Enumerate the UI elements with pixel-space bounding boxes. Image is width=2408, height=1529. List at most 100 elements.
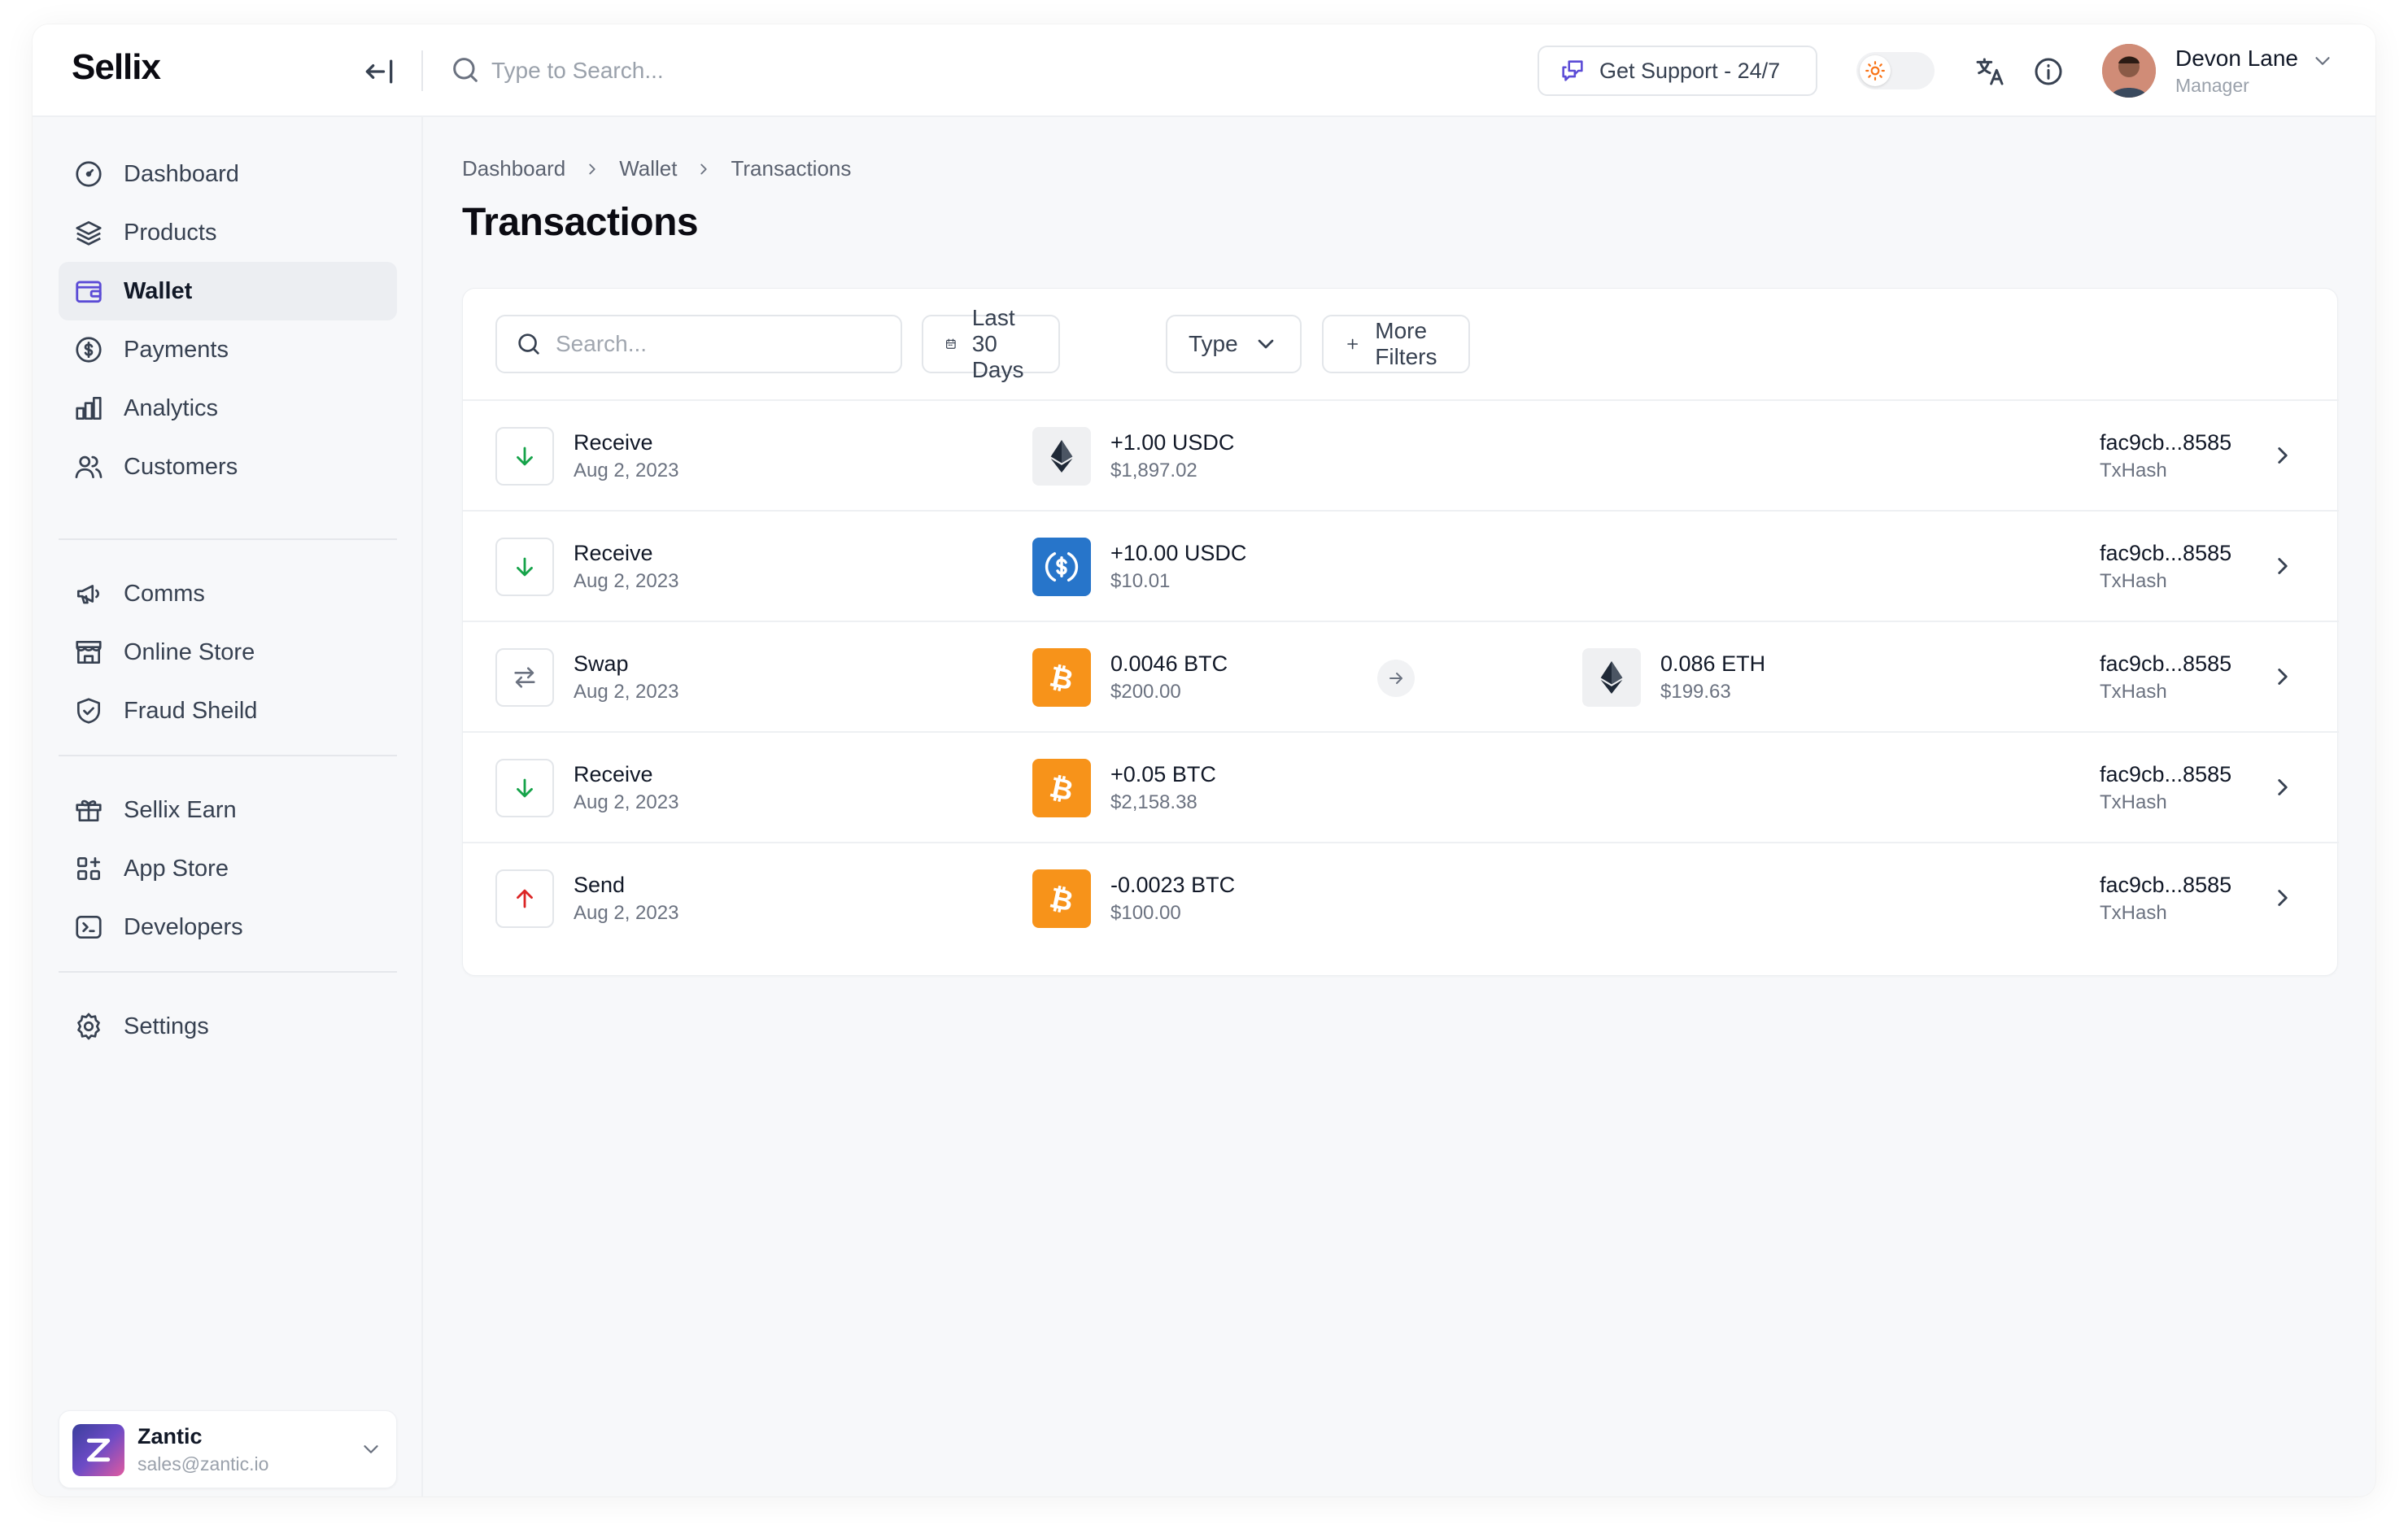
- transaction-date: Aug 2, 2023: [574, 902, 679, 924]
- tx-hash[interactable]: fac9cb...8585: [2100, 873, 2231, 898]
- plus-icon: [1347, 338, 1359, 350]
- chevron-right-icon[interactable]: [2269, 552, 2297, 580]
- transaction-row[interactable]: Receive Aug 2, 2023 ₿ +0.05 BTC $2,158.3…: [463, 733, 2339, 842]
- chevron-right-icon[interactable]: [2269, 442, 2297, 469]
- tx-hash-label: TxHash: [2100, 791, 2167, 813]
- org-email: sales@zantic.io: [137, 1453, 269, 1475]
- sidebar: Dashboard Products Wallet Payments Analy…: [33, 117, 423, 1496]
- sidebar-item-dashboard[interactable]: Dashboard: [59, 145, 397, 203]
- sidebar-item-analytics[interactable]: Analytics: [59, 379, 397, 438]
- sidebar-item-label: Comms: [124, 580, 205, 607]
- tx-hash[interactable]: fac9cb...8585: [2100, 762, 2231, 787]
- breadcrumb-dashboard[interactable]: Dashboard: [462, 156, 565, 181]
- transaction-date: Aug 2, 2023: [574, 570, 679, 592]
- svg-text:₿: ₿: [1047, 771, 1076, 806]
- info-icon[interactable]: [2032, 55, 2065, 88]
- gift-icon: [76, 799, 102, 822]
- zantic-logo-mark: [86, 1438, 111, 1462]
- transaction-date: Aug 2, 2023: [574, 460, 679, 481]
- chevron-right-icon: [700, 163, 708, 174]
- direction-badge: [495, 538, 554, 596]
- transaction-amount: +10.00 USDC: [1110, 541, 1247, 565]
- top-bar: Sellix Get Support - 24/7: [33, 24, 2375, 117]
- transaction-row[interactable]: Receive Aug 2, 2023 +10.00 USDC $10.01 f…: [463, 512, 2339, 621]
- transaction-amount: +1.00 USDC: [1110, 430, 1235, 455]
- breadcrumb-transactions: Transactions: [731, 156, 852, 181]
- chevron-down-icon[interactable]: [2310, 49, 2335, 73]
- tx-hash-label: TxHash: [2100, 460, 2167, 481]
- sidebar-item-fraud-shield[interactable]: Fraud Sheild: [59, 682, 397, 740]
- sidebar-item-app-store[interactable]: App Store: [59, 839, 397, 898]
- transaction-usd-value: $2,158.38: [1110, 791, 1197, 813]
- user-name[interactable]: Devon Lane: [2175, 46, 2298, 72]
- tx-hash[interactable]: fac9cb...8585: [2100, 541, 2231, 566]
- transaction-amount: -0.0023 BTC: [1110, 873, 1236, 897]
- transactions-card: Last 30 Days Type More Filters Receive: [462, 288, 2339, 976]
- type-filter-dropdown[interactable]: Type: [1166, 315, 1302, 373]
- sidebar-item-label: Customers: [124, 453, 238, 480]
- direction-badge: [495, 759, 554, 817]
- dashboard-icon: [76, 161, 102, 187]
- chevron-right-icon[interactable]: [2269, 773, 2297, 801]
- sidebar-item-label: App Store: [124, 855, 229, 882]
- transaction-row[interactable]: Receive Aug 2, 2023 +1.00 USDC $1,897.02…: [463, 401, 2339, 510]
- transaction-usd-value: $10.01: [1110, 570, 1171, 592]
- gear-icon: [77, 1013, 100, 1040]
- date-range-button[interactable]: Last 30 Days: [922, 305, 1060, 382]
- more-filters-label: More Filters: [1375, 318, 1437, 369]
- ethereum-logo: [1600, 661, 1623, 694]
- transaction-amount: 0.0046 BTC: [1110, 651, 1228, 676]
- layers-icon: [76, 220, 102, 246]
- chevron-right-icon[interactable]: [2269, 884, 2297, 912]
- sidebar-item-products[interactable]: Products: [59, 203, 397, 262]
- transaction-row[interactable]: Send Aug 2, 2023 ₿ -0.0023 BTC $100.00 f…: [463, 843, 2339, 952]
- bitcoin-logo: ₿: [1047, 882, 1076, 917]
- sidebar-item-customers[interactable]: Customers: [59, 438, 397, 496]
- chevron-down-icon: [364, 1445, 378, 1453]
- brand-logo[interactable]: Sellix: [72, 47, 161, 88]
- sidebar-item-wallet[interactable]: Wallet: [59, 262, 397, 320]
- sidebar-item-label: Products: [124, 219, 217, 246]
- get-support-button[interactable]: Get Support - 24/7: [1538, 46, 1817, 96]
- translate-icon[interactable]: [1974, 55, 2006, 88]
- chevron-right-icon[interactable]: [2269, 663, 2297, 690]
- transactions-search-input[interactable]: [556, 331, 881, 357]
- user-role: Manager: [2175, 75, 2249, 96]
- direction-badge: [495, 869, 554, 928]
- sidebar-item-label: Payments: [124, 336, 229, 363]
- search-icon: [453, 58, 478, 82]
- search-icon: [518, 333, 539, 355]
- sidebar-item-sellix-earn[interactable]: Sellix Earn: [59, 781, 397, 839]
- breadcrumb: Dashboard Wallet Transactions: [462, 156, 851, 181]
- sidebar-item-payments[interactable]: Payments: [59, 320, 397, 379]
- collapse-sidebar-icon[interactable]: [361, 54, 397, 89]
- global-search-input[interactable]: [491, 49, 1061, 93]
- more-filters-button[interactable]: More Filters: [1322, 315, 1471, 373]
- sidebar-divider: [59, 538, 397, 540]
- transaction-row[interactable]: Swap Aug 2, 2023 ₿ 0.0046 BTC $200.00 0.…: [463, 622, 2339, 731]
- zantic-logo: [72, 1424, 124, 1476]
- btc-icon: ₿: [1032, 648, 1091, 707]
- sidebar-item-developers[interactable]: Developers: [59, 898, 397, 956]
- chat-support-icon: [1562, 60, 1583, 81]
- bitcoin-logo: ₿: [1047, 771, 1076, 806]
- sidebar-item-label: Fraud Sheild: [124, 697, 258, 724]
- transaction-date: Aug 2, 2023: [574, 791, 679, 813]
- user-avatar[interactable]: [2102, 44, 2156, 98]
- avatar-image: [2102, 44, 2156, 98]
- sidebar-item-settings[interactable]: Settings: [59, 997, 397, 1056]
- usdc-logo: [1045, 552, 1079, 582]
- tx-hash[interactable]: fac9cb...8585: [2100, 430, 2231, 455]
- org-name: Zantic: [137, 1424, 203, 1448]
- organization-switcher[interactable]: Zantic sales@zantic.io: [59, 1410, 397, 1488]
- tx-hash[interactable]: fac9cb...8585: [2100, 651, 2231, 677]
- transaction-type: Swap: [574, 651, 629, 676]
- app-window: Sellix Get Support - 24/7: [33, 24, 2375, 1496]
- sidebar-item-online-store[interactable]: Online Store: [59, 623, 397, 682]
- sidebar-item-comms[interactable]: Comms: [59, 564, 397, 623]
- transactions-search[interactable]: [495, 315, 902, 373]
- theme-toggle-knob: [1860, 55, 1891, 86]
- breadcrumb-wallet[interactable]: Wallet: [619, 156, 677, 181]
- bar-chart-icon: [76, 396, 102, 420]
- theme-toggle[interactable]: [1856, 52, 1935, 89]
